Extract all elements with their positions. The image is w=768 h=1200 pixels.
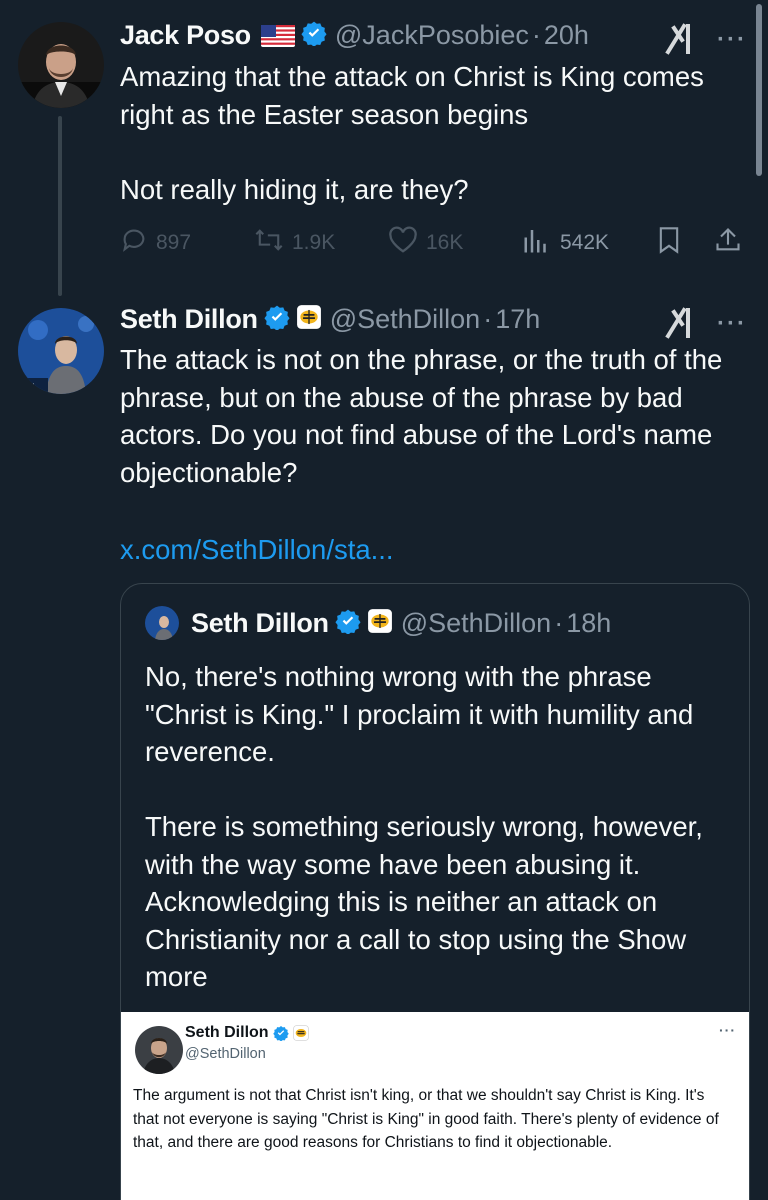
screenshot-more-icon: ···: [719, 1022, 736, 1038]
author-name[interactable]: Jack Poso: [120, 20, 251, 51]
verified-badge-icon: [335, 608, 361, 639]
us-flag-icon: [260, 24, 295, 47]
avatar-seth-dillon[interactable]: ON: [18, 308, 104, 394]
share-button[interactable]: [714, 226, 750, 260]
author-handle[interactable]: @SethDillon: [330, 304, 480, 335]
screenshot-author-name: Seth Dillon: [185, 1024, 309, 1042]
grok-icon[interactable]: [664, 22, 698, 56]
author-name[interactable]: Seth Dillon: [120, 304, 258, 335]
analytics-icon: [522, 226, 560, 260]
avatar-jack-poso[interactable]: [18, 22, 104, 108]
verified-badge-icon: [264, 304, 290, 335]
screenshot-text: The argument is not that Christ isn't ki…: [133, 1087, 719, 1151]
embedded-screenshot-image[interactable]: Seth Dillon @SethDillon ··· The argument…: [121, 1012, 749, 1200]
svg-text:ON: ON: [21, 382, 35, 392]
separator-dot: ·: [554, 607, 564, 638]
babylon-bee-affiliate-icon: [367, 608, 393, 639]
retweet-button[interactable]: 1.9K: [254, 226, 335, 260]
timestamp[interactable]: 20h: [544, 20, 589, 51]
quote-header: Seth Dillon @SethDillon · 18h: [145, 606, 611, 640]
views-count: 542K: [560, 231, 610, 254]
tweet2-link[interactable]: x.com/SethDillon/sta...: [120, 534, 394, 566]
babylon-bee-affiliate-icon: [292, 1025, 309, 1041]
retweet-icon: [254, 226, 292, 260]
quote-body: No, there's nothing wrong with the phras…: [145, 661, 703, 955]
bookmark-button[interactable]: [656, 226, 690, 260]
tweet1-header: Jack Poso @JackPosobiec · 20h: [120, 20, 589, 51]
screenshot-name-text: Seth Dillon: [185, 1024, 269, 1041]
reply-icon: [120, 226, 156, 260]
reply-button[interactable]: 897: [120, 226, 191, 260]
tweet1-actions: 897 1.9K 16K 542K: [120, 222, 748, 262]
like-count: 16K: [426, 231, 464, 254]
scrollbar[interactable]: [756, 4, 762, 176]
quote-avatar: [145, 606, 179, 640]
tweet1-text: Amazing that the attack on Christ is Kin…: [120, 61, 704, 205]
timestamp[interactable]: 17h: [495, 304, 540, 335]
verified-badge-icon: [301, 20, 327, 51]
verified-badge-icon: [272, 1025, 289, 1041]
separator-dot: ·: [531, 20, 541, 50]
thread-connector: [58, 116, 62, 296]
more-options-icon[interactable]: ···: [717, 26, 747, 54]
quoted-tweet[interactable]: Seth Dillon @SethDillon · 18h No, there'…: [120, 583, 750, 1200]
grok-icon[interactable]: [664, 306, 698, 340]
views-button[interactable]: 542K: [522, 226, 609, 260]
babylon-bee-affiliate-icon: [296, 304, 322, 335]
quote-author-name: Seth Dillon: [191, 607, 329, 638]
quote-timestamp: 18h: [566, 607, 612, 638]
quote-author-handle: @SethDillon: [400, 607, 552, 638]
tweet2-text: The attack is not on the phrase, or the …: [120, 344, 730, 488]
retweet-count: 1.9K: [292, 231, 336, 254]
screenshot-avatar: [135, 1026, 183, 1074]
heart-icon: [388, 226, 426, 260]
reply-count: 897: [156, 231, 192, 254]
like-button[interactable]: 16K: [388, 226, 463, 260]
author-handle[interactable]: @JackPosobiec: [335, 20, 529, 51]
screenshot-author-handle: @SethDillon: [185, 1046, 266, 1062]
share-icon: [714, 226, 750, 260]
more-options-icon[interactable]: ···: [717, 310, 747, 338]
tweet2-header: Seth Dillon @SethDillon · 17h: [120, 304, 540, 335]
separator-dot: ·: [483, 304, 493, 334]
quote-text: No, there's nothing wrong with the phras…: [145, 658, 735, 996]
bookmark-icon: [656, 226, 690, 260]
